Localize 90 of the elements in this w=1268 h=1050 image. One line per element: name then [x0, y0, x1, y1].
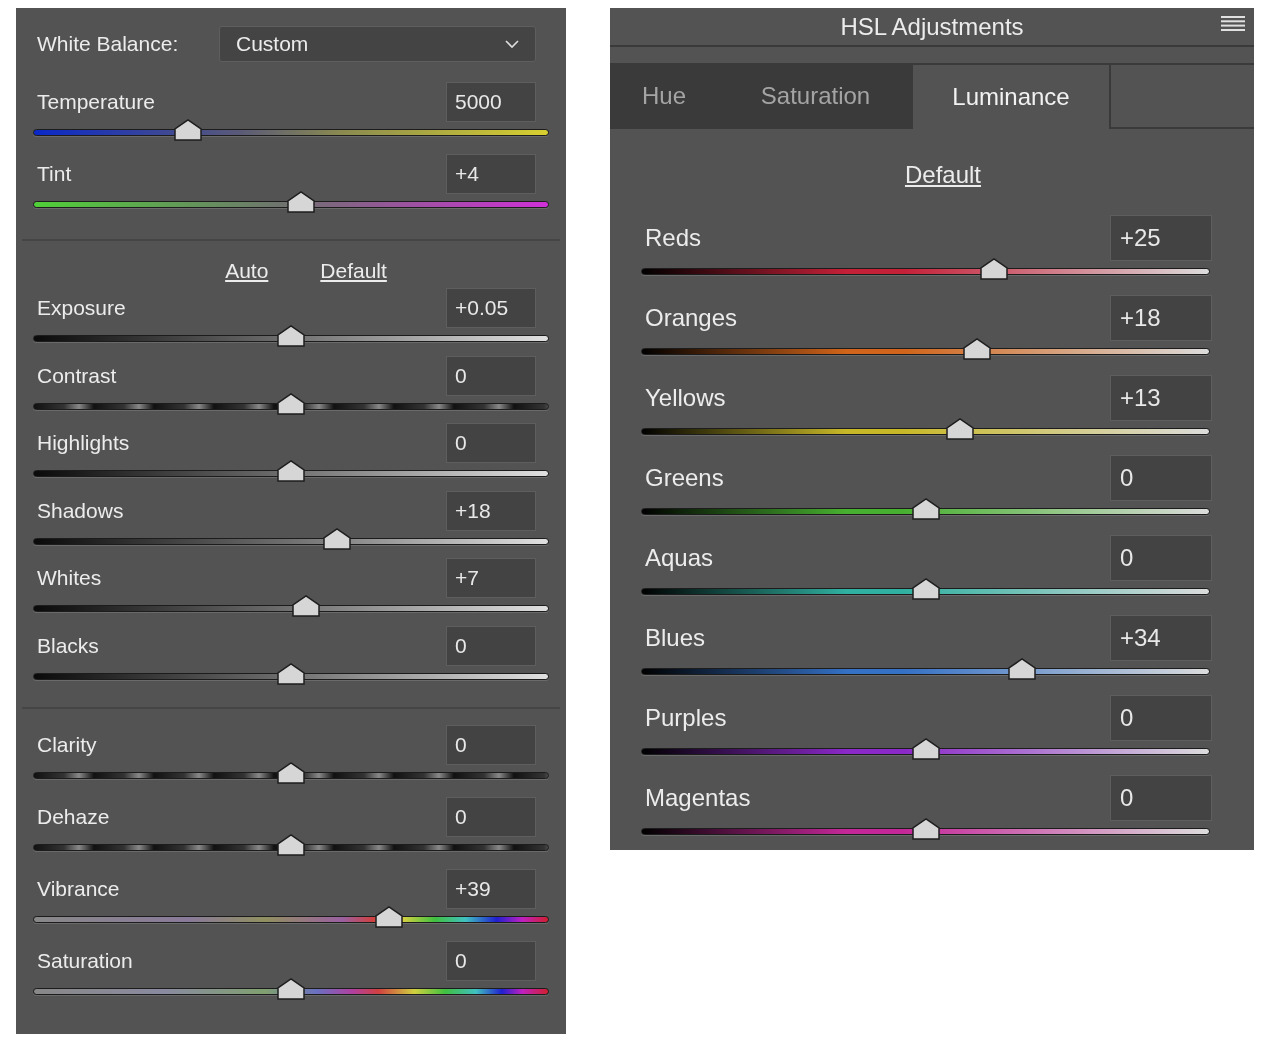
value-field[interactable]: +25: [1110, 215, 1212, 261]
slider[interactable]: [33, 119, 549, 143]
slider-label: Tint: [37, 161, 72, 188]
slider[interactable]: [33, 595, 549, 619]
slider-label: Clarity: [37, 731, 97, 758]
value-field[interactable]: +4: [446, 154, 536, 194]
slider-thumb[interactable]: [911, 738, 940, 760]
slider-label: Blacks: [37, 632, 99, 659]
slider-label: Dehaze: [37, 803, 110, 830]
menu-icon[interactable]: [1221, 16, 1245, 31]
slider-label: Vibrance: [37, 875, 120, 902]
text-link[interactable]: Default: [904, 157, 981, 193]
slider[interactable]: [641, 498, 1210, 522]
value-field[interactable]: +7: [446, 558, 536, 598]
slider[interactable]: [33, 905, 549, 930]
slider-thumb[interactable]: [911, 578, 940, 600]
slider[interactable]: [641, 658, 1210, 682]
slider[interactable]: [33, 977, 549, 1002]
slider-thumb[interactable]: [375, 905, 404, 928]
slider[interactable]: [33, 527, 549, 552]
balance-label: White Balance:: [37, 31, 180, 58]
slider[interactable]: [33, 392, 549, 417]
slider-label: Purples: [645, 703, 727, 733]
value-field[interactable]: 0: [1110, 455, 1212, 501]
slider[interactable]: [641, 738, 1210, 762]
slider[interactable]: [33, 191, 549, 215]
tab[interactable]: Hue: [610, 65, 718, 129]
slider-thumb[interactable]: [287, 191, 316, 213]
value-field[interactable]: 0: [1110, 535, 1212, 581]
value-field[interactable]: 0: [446, 796, 536, 837]
slider-label: Exposure: [37, 295, 126, 322]
slider-thumb[interactable]: [1008, 658, 1037, 680]
chevron-down-icon: [505, 39, 519, 49]
slider-label: Aquas: [645, 543, 714, 573]
slider-thumb[interactable]: [277, 392, 305, 415]
slider-label: Shadows: [37, 497, 124, 524]
slider[interactable]: [641, 418, 1210, 442]
slider-thumb[interactable]: [979, 258, 1008, 280]
slider[interactable]: [641, 818, 1210, 842]
slider[interactable]: [33, 662, 549, 687]
slider-thumb[interactable]: [277, 761, 305, 784]
value-field[interactable]: 0: [446, 940, 536, 981]
value-field[interactable]: +18: [1110, 295, 1212, 341]
value-field[interactable]: +18: [446, 490, 536, 531]
slider-label: Blues: [645, 623, 706, 653]
value-field[interactable]: +13: [1110, 375, 1212, 421]
slider[interactable]: [641, 338, 1210, 362]
slider[interactable]: [33, 833, 549, 858]
slider-thumb[interactable]: [292, 595, 321, 617]
slider-thumb[interactable]: [962, 338, 991, 360]
slider-label: Yellows: [645, 383, 726, 413]
slider[interactable]: [33, 460, 549, 484]
slider-label: Reds: [645, 223, 702, 253]
text-link[interactable]: Auto: [225, 255, 269, 287]
slider-label: Oranges: [645, 303, 738, 333]
tab[interactable]: Saturation: [718, 65, 913, 129]
panel-title: HSL Adjustments: [840, 11, 1024, 42]
preset-dropdown[interactable]: Custom: [219, 26, 536, 62]
slider-label: Temperature: [37, 89, 155, 116]
value-field[interactable]: 0: [446, 625, 536, 666]
value-field[interactable]: 0: [1110, 775, 1212, 821]
slider-thumb[interactable]: [277, 833, 305, 856]
slider-label: Contrast: [37, 362, 117, 389]
slider-label: Greens: [645, 463, 724, 493]
slider[interactable]: [641, 578, 1210, 602]
slider-label: Saturation: [37, 947, 133, 974]
slider-thumb[interactable]: [911, 498, 940, 520]
slider-thumb[interactable]: [277, 977, 305, 1000]
value-field[interactable]: 0: [446, 355, 536, 396]
value-field[interactable]: 0: [1110, 695, 1212, 741]
slider-thumb[interactable]: [945, 418, 974, 440]
value-field[interactable]: +39: [446, 868, 536, 909]
value-field[interactable]: 5000: [446, 82, 536, 122]
slider[interactable]: [641, 258, 1210, 282]
value-field[interactable]: +34: [1110, 615, 1212, 661]
slider-label: Highlights: [37, 430, 130, 457]
slider-thumb[interactable]: [911, 818, 940, 840]
slider[interactable]: [33, 325, 549, 349]
slider-label: Whites: [37, 565, 102, 592]
value-field[interactable]: +0.05: [446, 288, 536, 328]
slider-thumb[interactable]: [173, 119, 202, 141]
text-link[interactable]: Default: [320, 255, 387, 287]
slider-label: Magentas: [645, 783, 751, 813]
slider-thumb[interactable]: [323, 527, 352, 550]
slider-thumb[interactable]: [277, 662, 305, 685]
slider[interactable]: [33, 761, 549, 786]
value-field[interactable]: 0: [446, 724, 536, 765]
slider-thumb[interactable]: [277, 460, 305, 482]
slider-thumb[interactable]: [277, 325, 305, 347]
value-field[interactable]: 0: [446, 423, 536, 463]
